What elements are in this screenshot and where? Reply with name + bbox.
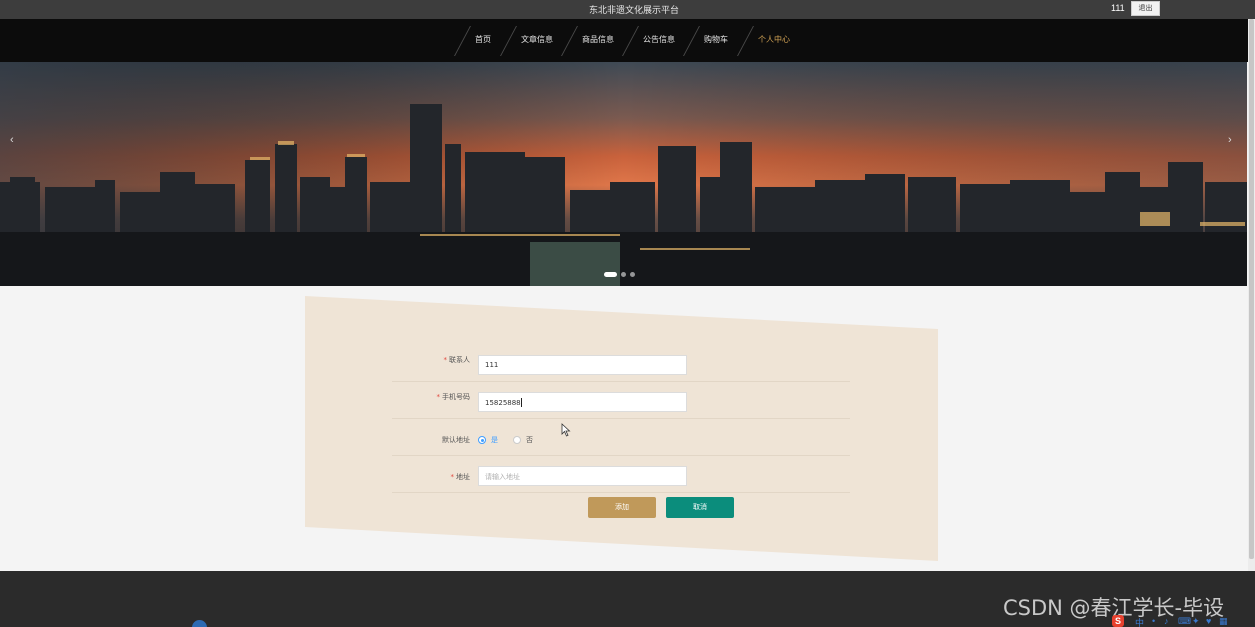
ime-toolbox-icon[interactable]: ▦ (1219, 616, 1228, 627)
address-label: * 地址 (450, 473, 471, 481)
site-title: 东北非遗文化展示平台 (588, 6, 679, 16)
form-row-address: * 地址 请输入地址 (392, 456, 850, 493)
nav-separator (454, 26, 471, 56)
sogou-ime-icon[interactable]: S (1112, 615, 1124, 627)
form-row-contact: * 联系人 111 (392, 345, 850, 382)
banner-carousel (0, 62, 1247, 286)
ime-keyboard-icon[interactable]: ⌨ (1178, 616, 1191, 627)
mouse-cursor-icon (561, 423, 571, 437)
nav-item-profile[interactable]: 个人中心 (758, 34, 790, 45)
nav-separator (561, 26, 578, 56)
form-row-phone: * 手机号码 15825888 (392, 382, 850, 419)
nav-item-products[interactable]: 商品信息 (582, 34, 614, 45)
default-address-label: 默认地址 (442, 436, 470, 444)
carousel-dot[interactable] (604, 272, 617, 277)
phone-input[interactable]: 15825888 (478, 392, 687, 412)
ime-skin-icon[interactable]: ✦ (1192, 616, 1200, 627)
nav-separator (500, 26, 517, 56)
phone-label: * 手机号码 (436, 393, 471, 401)
radio-no[interactable] (513, 436, 521, 444)
ime-fav-icon[interactable]: ♥ (1206, 616, 1211, 626)
contact-label: * 联系人 (443, 356, 471, 364)
nav-separator (622, 26, 639, 56)
nav-item-articles[interactable]: 文章信息 (521, 34, 553, 45)
username: 111 (1111, 3, 1125, 13)
radio-yes-label[interactable]: 是 (491, 435, 498, 445)
add-button[interactable]: 添加 (588, 497, 656, 518)
logout-button[interactable]: 退出 (1131, 1, 1160, 16)
main-nav: 首页 文章信息 商品信息 公告信息 购物车 个人中心 (0, 19, 1255, 62)
radio-no-label[interactable]: 否 (526, 435, 533, 445)
ime-tray: S 中 • ♪ ⌨ ✦ ♥ ▦ (1112, 615, 1255, 627)
contact-input[interactable]: 111 (478, 355, 687, 375)
form-row-default-address: 默认地址 是 否 (392, 419, 850, 456)
carousel-dot[interactable] (630, 272, 635, 277)
nav-item-cart[interactable]: 购物车 (704, 34, 728, 45)
city-skyline-image (0, 62, 1247, 286)
radio-yes[interactable] (478, 436, 486, 444)
scrollbar-thumb[interactable] (1249, 19, 1254, 559)
nav-separator (737, 26, 754, 56)
cancel-button[interactable]: 取消 (666, 497, 734, 518)
nav-item-notices[interactable]: 公告信息 (643, 34, 675, 45)
top-bar: 东北非遗文化展示平台 111 退出 (0, 0, 1255, 19)
ime-punct-icon[interactable]: • (1152, 616, 1155, 626)
carousel-dot[interactable] (621, 272, 626, 277)
nav-item-home[interactable]: 首页 (475, 34, 491, 45)
nav-separator (683, 26, 700, 56)
address-input[interactable]: 请输入地址 (478, 466, 687, 486)
carousel-next-icon[interactable]: › (1228, 134, 1232, 146)
carousel-prev-icon[interactable]: ‹ (10, 134, 14, 146)
page-scrollbar[interactable] (1248, 19, 1255, 627)
ime-voice-icon[interactable]: ♪ (1164, 616, 1169, 626)
ime-mode-icon[interactable]: 中 (1135, 616, 1144, 627)
